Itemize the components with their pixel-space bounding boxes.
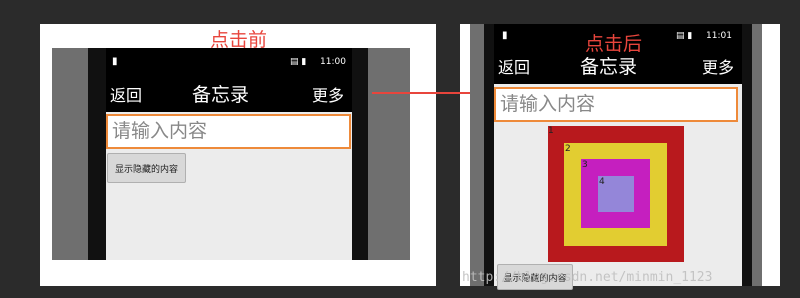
back-button[interactable]: 返回 bbox=[110, 82, 142, 106]
square-4: 4 bbox=[598, 176, 634, 212]
action-bar: 返回 备忘录 更多 bbox=[106, 78, 352, 112]
sd-card-icon: ▮ bbox=[112, 56, 118, 67]
square-label: 3 bbox=[582, 160, 588, 170]
clock: 11:01 bbox=[706, 31, 732, 41]
show-hidden-button[interactable]: 显示隐藏的内容 bbox=[107, 153, 186, 183]
square-label: 4 bbox=[599, 177, 605, 187]
watermark: http://blog.csdn.net/minmin_1123 bbox=[462, 270, 713, 285]
square-label: 1 bbox=[548, 126, 554, 136]
after-caption: 点击后 bbox=[585, 33, 643, 55]
more-button[interactable]: 更多 bbox=[702, 54, 734, 78]
signal-battery-icon: ▤ ▮ bbox=[676, 31, 693, 41]
square-label: 2 bbox=[565, 144, 571, 154]
memo-input[interactable]: 请输入内容 bbox=[106, 114, 351, 149]
clock: 11:00 bbox=[320, 57, 346, 67]
more-button[interactable]: 更多 bbox=[312, 82, 344, 106]
signal-battery-icon: ▤ ▮ bbox=[290, 57, 307, 67]
memo-input[interactable]: 请输入内容 bbox=[494, 87, 738, 122]
back-button[interactable]: 返回 bbox=[498, 54, 530, 78]
status-bar: ▮ ▤ ▮ 11:00 bbox=[106, 48, 352, 78]
app-title: 备忘录 bbox=[580, 56, 638, 78]
app-title: 备忘录 bbox=[192, 84, 250, 106]
sd-card-icon: ▮ bbox=[502, 30, 508, 41]
